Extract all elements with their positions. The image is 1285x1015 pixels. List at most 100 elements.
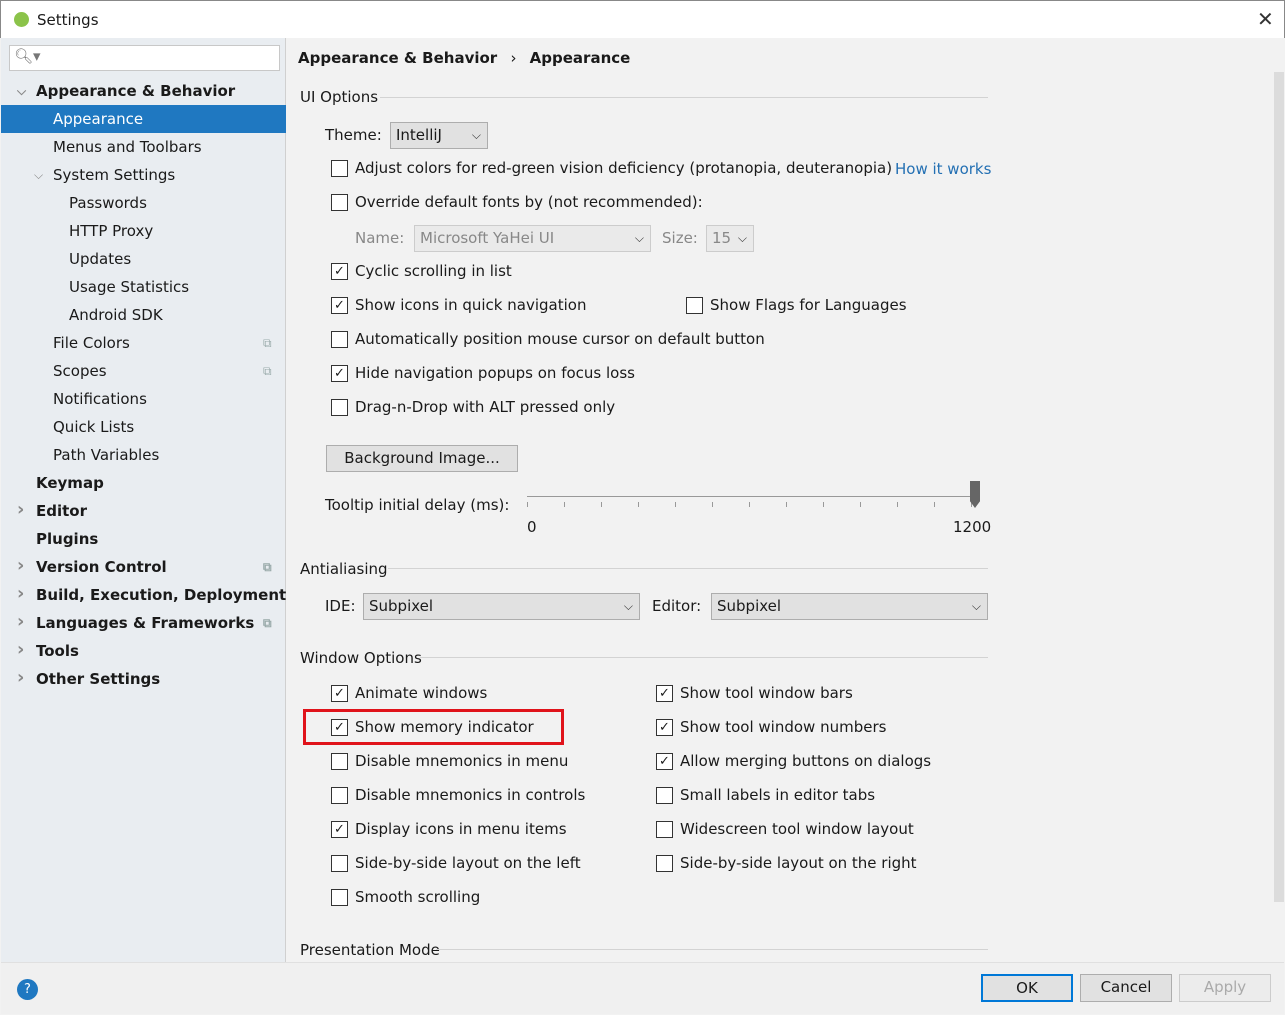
font-size-label: Size: — [662, 229, 698, 247]
sidebar-item[interactable]: ⌵ Appearance & Behavior — [1, 77, 286, 105]
sidebar-item[interactable]: Keymap — [1, 469, 286, 497]
sidebar-item[interactable]: Notifications — [1, 385, 286, 413]
checkbox[interactable] — [331, 160, 348, 177]
sidebar-item[interactable]: › Other Settings — [1, 665, 286, 693]
checkbox[interactable] — [331, 855, 348, 872]
checkbox-label[interactable]: Side-by-side layout on the left — [355, 854, 581, 872]
checkbox-label[interactable]: Show tool window numbers — [680, 718, 886, 736]
checkbox[interactable]: ✓ — [331, 263, 348, 280]
checkbox[interactable] — [331, 889, 348, 906]
checkbox[interactable]: ✓ — [656, 753, 673, 770]
scrollbar[interactable] — [1274, 72, 1284, 902]
checkbox[interactable]: ✓ — [331, 297, 348, 314]
sidebar-item[interactable]: Usage Statistics — [1, 273, 286, 301]
sidebar-item[interactable]: Path Variables — [1, 441, 286, 469]
sidebar-item-label: Menus and Toolbars — [53, 138, 202, 156]
checkbox[interactable] — [656, 787, 673, 804]
sidebar-item[interactable]: Android SDK — [1, 301, 286, 329]
sidebar-item[interactable]: › Tools — [1, 637, 286, 665]
sidebar-item[interactable]: Scopes ⧉ — [1, 357, 286, 385]
theme-select[interactable]: IntelliJ ⌵ — [390, 122, 488, 149]
checkbox[interactable]: ✓ — [331, 685, 348, 702]
checkbox[interactable]: ✓ — [331, 821, 348, 838]
checkbox-label[interactable]: Disable mnemonics in controls — [355, 786, 585, 804]
slider-tick — [638, 502, 639, 507]
checkbox[interactable] — [656, 821, 673, 838]
divider — [436, 949, 988, 950]
font-name-label: Name: — [355, 229, 405, 247]
sidebar-item[interactable]: › Build, Execution, Deployment — [1, 581, 286, 609]
apply-button[interactable]: Apply — [1179, 974, 1271, 1002]
footer: ? OK Cancel Apply — [1, 962, 1284, 1014]
editor-value: Subpixel — [717, 597, 782, 615]
window-title: Settings — [37, 11, 99, 29]
sidebar-item[interactable]: Passwords — [1, 189, 286, 217]
font-name-select[interactable]: Microsoft YaHei UI ⌵ — [414, 225, 651, 252]
checkbox-label[interactable]: Hide navigation popups on focus loss — [355, 364, 635, 382]
theme-value: IntelliJ — [396, 126, 442, 144]
search-icon: 🔍︎▾ — [14, 47, 41, 65]
checkbox-label[interactable]: Drag-n-Drop with ALT pressed only — [355, 398, 615, 416]
chevron-right-icon[interactable]: › — [17, 664, 24, 692]
checkbox-label[interactable]: Disable mnemonics in menu — [355, 752, 568, 770]
tooltip-delay-label: Tooltip initial delay (ms): — [325, 496, 510, 514]
breadcrumb-parent[interactable]: Appearance & Behavior — [298, 49, 497, 67]
chevron-right-icon[interactable]: › — [17, 496, 24, 524]
chevron-right-icon[interactable]: › — [17, 580, 24, 608]
checkbox[interactable]: ✓ — [656, 685, 673, 702]
checkbox[interactable] — [331, 194, 348, 211]
checkbox-label[interactable]: Cyclic scrolling in list — [355, 262, 512, 280]
checkbox-label[interactable]: Widescreen tool window layout — [680, 820, 914, 838]
sidebar-item[interactable]: File Colors ⧉ — [1, 329, 286, 357]
checkbox-label[interactable]: Show tool window bars — [680, 684, 853, 702]
sidebar-item[interactable]: Quick Lists — [1, 413, 286, 441]
checkbox[interactable] — [656, 855, 673, 872]
checkbox-label[interactable]: Automatically position mouse cursor on d… — [355, 330, 765, 348]
sidebar-item[interactable]: Plugins — [1, 525, 286, 553]
sidebar-item[interactable]: HTTP Proxy — [1, 217, 286, 245]
cancel-button[interactable]: Cancel — [1080, 974, 1172, 1002]
checkbox-label[interactable]: Adjust colors for red-green vision defic… — [355, 159, 892, 177]
chevron-down-icon[interactable]: ⌵ — [34, 161, 43, 189]
sidebar-item[interactable]: › Version Control ⧉ — [1, 553, 286, 581]
ok-button[interactable]: OK — [981, 974, 1073, 1002]
checkbox[interactable] — [331, 331, 348, 348]
editor-antialiasing-select[interactable]: Subpixel ⌵ — [711, 593, 988, 620]
checkbox-label[interactable]: Smooth scrolling — [355, 888, 480, 906]
sidebar-item[interactable]: ⌵ System Settings — [1, 161, 286, 189]
checkbox[interactable] — [331, 399, 348, 416]
checkbox-label[interactable]: Show icons in quick navigation — [355, 296, 586, 314]
checkbox[interactable] — [686, 297, 703, 314]
chevron-right-icon[interactable]: › — [17, 636, 24, 664]
checkbox[interactable]: ✓ — [331, 365, 348, 382]
sidebar-item-label: Keymap — [36, 474, 104, 492]
checkbox[interactable] — [331, 753, 348, 770]
checkbox-label[interactable]: Show Flags for Languages — [710, 296, 907, 314]
sidebar-item[interactable]: › Editor — [1, 497, 286, 525]
sidebar-item[interactable]: Appearance — [1, 105, 286, 133]
checkbox-label[interactable]: Override default fonts by (not recommend… — [355, 193, 703, 211]
background-image-button[interactable]: Background Image... — [326, 445, 518, 472]
checkbox-label[interactable]: Allow merging buttons on dialogs — [680, 752, 931, 770]
checkbox[interactable]: ✓ — [656, 719, 673, 736]
chevron-right-icon[interactable]: › — [17, 552, 24, 580]
chevron-right-icon[interactable]: › — [17, 608, 24, 636]
help-icon[interactable]: ? — [17, 979, 38, 1000]
close-icon[interactable]: ✕ — [1257, 7, 1274, 31]
ide-antialiasing-select[interactable]: Subpixel ⌵ — [363, 593, 640, 620]
tooltip-delay-slider[interactable] — [527, 480, 980, 510]
sidebar-item-label: Build, Execution, Deployment — [36, 586, 287, 604]
sidebar-item[interactable]: Updates — [1, 245, 286, 273]
checkbox-label[interactable]: Small labels in editor tabs — [680, 786, 875, 804]
chevron-down-icon: ⌵ — [634, 231, 644, 245]
sidebar-item[interactable]: Menus and Toolbars — [1, 133, 286, 161]
how-it-works-link[interactable]: How it works — [895, 160, 991, 178]
checkbox-label[interactable]: Display icons in menu items — [355, 820, 567, 838]
checkbox-label[interactable]: Side-by-side layout on the right — [680, 854, 917, 872]
checkbox[interactable] — [331, 787, 348, 804]
search-input[interactable]: 🔍︎▾ — [9, 45, 280, 71]
sidebar-item[interactable]: › Languages & Frameworks ⧉ — [1, 609, 286, 637]
checkbox-label[interactable]: Animate windows — [355, 684, 487, 702]
chevron-down-icon[interactable]: ⌵ — [17, 77, 26, 105]
font-size-select[interactable]: 15 ⌵ — [706, 225, 754, 252]
